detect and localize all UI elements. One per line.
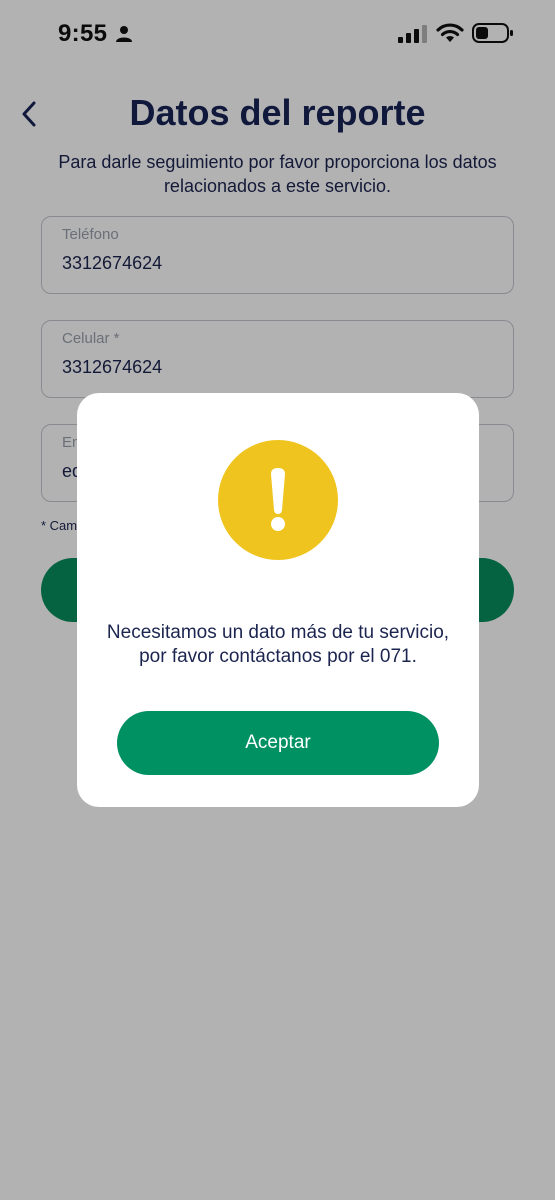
accept-button[interactable]: Aceptar xyxy=(117,711,439,775)
alert-modal: Necesitamos un dato más de tu servicio, … xyxy=(77,393,479,807)
exclamation-icon xyxy=(271,468,285,531)
warning-icon xyxy=(218,440,338,560)
modal-message: Necesitamos un dato más de tu servicio, … xyxy=(106,622,450,667)
